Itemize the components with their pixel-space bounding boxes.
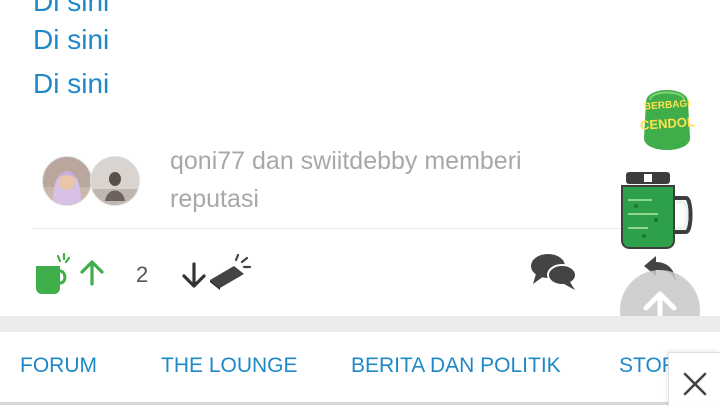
arrow-down-icon xyxy=(182,262,206,288)
bata-button[interactable] xyxy=(208,252,252,297)
brick-icon xyxy=(210,253,252,290)
close-button[interactable] xyxy=(668,352,720,406)
avatar-qoni77[interactable] xyxy=(42,156,92,206)
comment-button[interactable] xyxy=(530,252,578,297)
avatar-image xyxy=(43,157,91,205)
cendol-jar-icon xyxy=(621,172,693,249)
vote-count: 2 xyxy=(136,262,149,287)
category-nav: FORUM THE LOUNGE BERITA DAN POLITIK STOR xyxy=(0,332,720,405)
link-di-sini-2[interactable]: Di sini xyxy=(33,24,109,56)
cendol-cup-icon xyxy=(36,252,71,294)
avatar-image xyxy=(91,157,139,205)
section-separator xyxy=(0,316,720,332)
close-icon xyxy=(683,372,707,396)
reputation-text: qoni77 dan swiitdebby memberi reputasi xyxy=(170,147,522,213)
arrow-up-icon xyxy=(80,260,104,286)
upvote-button[interactable] xyxy=(80,260,104,291)
divider xyxy=(33,228,687,229)
comments-icon xyxy=(531,254,577,290)
cendol-cup-button[interactable] xyxy=(34,252,74,301)
cendol-jar[interactable] xyxy=(618,170,698,250)
link-di-sini-3[interactable]: Di sini xyxy=(33,68,109,100)
post-action-bar: 2 xyxy=(0,240,720,310)
nav-forum[interactable]: FORUM xyxy=(20,354,97,378)
downvote-button[interactable] xyxy=(182,262,206,293)
nav-the-lounge[interactable]: THE LOUNGE xyxy=(161,354,298,378)
nav-berita-dan-politik[interactable]: BERITA DAN POLITIK xyxy=(351,354,561,378)
avatar-swiitdebby[interactable] xyxy=(90,156,140,206)
link-di-sini-1[interactable]: Di sini xyxy=(33,0,109,18)
berbagi-cendol-badge[interactable]: BERBAGI CENDOL xyxy=(640,86,695,154)
